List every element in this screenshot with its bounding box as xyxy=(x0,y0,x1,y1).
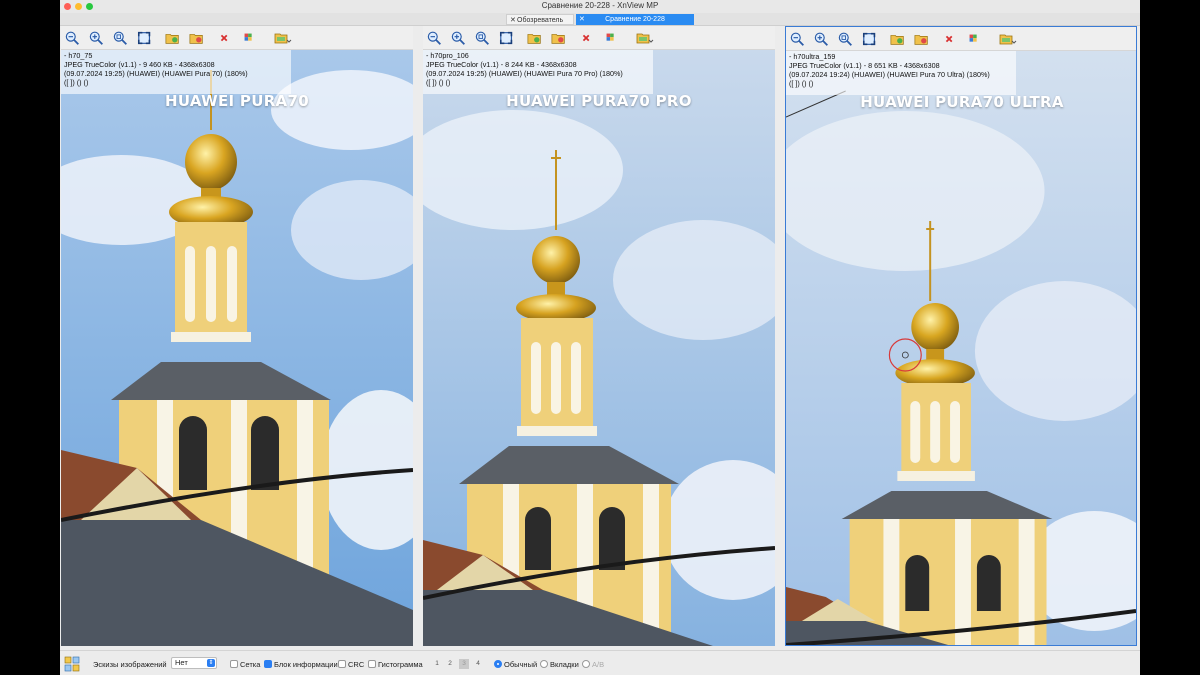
compare-pane-2[interactable]: - h70pro_106 JPEG TrueColor (v1.1) - 8 2… xyxy=(423,26,775,646)
zoom-in-icon[interactable] xyxy=(451,30,467,46)
page-button-3[interactable]: 3 xyxy=(459,659,469,669)
tab-compare-label: Сравнение 20-228 xyxy=(605,16,665,23)
radio-icon xyxy=(540,660,548,668)
xnview-window: Сравнение 20-228 - XnView MP ✕ Обозреват… xyxy=(60,0,1140,675)
mode-ab-radio[interactable]: A/B xyxy=(582,660,604,669)
thumbnails-label: Эскизы изображений xyxy=(93,660,167,669)
info-tags: ([ ]) () () xyxy=(789,79,814,88)
pane-toolbar xyxy=(786,27,1136,51)
photo-church-pura70-ultra[interactable] xyxy=(786,51,1136,646)
tab-browser-label: Обозреватель xyxy=(517,17,564,24)
info-tags: ([ ]) () () xyxy=(64,78,89,87)
pane-toolbar xyxy=(61,26,413,50)
fullscreen-icon[interactable] xyxy=(862,31,878,47)
info-format: JPEG TrueColor (v1.1) - 8 651 KB - 4368x… xyxy=(789,61,940,70)
page-button-2[interactable]: 2 xyxy=(445,659,455,669)
photo-church-pura70-pro[interactable] xyxy=(423,50,775,646)
close-red-icon[interactable] xyxy=(942,31,958,47)
info-filename: - h70_75 xyxy=(64,51,93,60)
info-format: JPEG TrueColor (v1.1) - 8 244 KB - 4368x… xyxy=(426,60,577,69)
thumbnails-select[interactable]: Нет ⇕ xyxy=(171,657,217,669)
photo-church-pura70[interactable] xyxy=(61,50,413,646)
zoom-in-icon[interactable] xyxy=(89,30,105,46)
zoom-out-icon[interactable] xyxy=(790,31,806,47)
radio-icon xyxy=(582,660,590,668)
layout-toggle-icon[interactable] xyxy=(64,656,80,672)
open-image-icon[interactable] xyxy=(189,30,205,46)
grid-checkbox[interactable]: Сетка xyxy=(230,660,260,669)
grid-label: Сетка xyxy=(240,660,261,669)
info-exif: (09.07.2024 19:25) (HUAWEI) (HUAWEI Pura… xyxy=(64,69,248,78)
info-filename: - h70pro_106 xyxy=(426,51,469,60)
zoom-out-icon[interactable] xyxy=(427,30,443,46)
color-picker-icon[interactable] xyxy=(241,30,257,46)
open-folder-icon[interactable] xyxy=(165,30,181,46)
checkbox-icon xyxy=(230,660,238,668)
color-picker-icon[interactable] xyxy=(603,30,619,46)
device-caption: HUAWEI PURA70 xyxy=(165,92,309,110)
checkbox-icon xyxy=(368,660,376,668)
info-block-label: Блок информации xyxy=(274,660,338,669)
histogram-checkbox[interactable]: Гистограмма xyxy=(368,660,423,669)
image-info-overlay: - h70pro_106 JPEG TrueColor (v1.1) - 8 2… xyxy=(423,50,653,94)
info-format: JPEG TrueColor (v1.1) - 9 460 KB - 4368x… xyxy=(64,60,215,69)
open-folder-icon[interactable] xyxy=(527,30,543,46)
histogram-label: Гистограмма xyxy=(378,660,423,669)
device-caption: HUAWEI PURA70 ULTRA xyxy=(860,93,1064,111)
info-block-checkbox[interactable]: Блок информации xyxy=(264,660,338,669)
zoom-out-icon[interactable] xyxy=(65,30,81,46)
color-picker-icon[interactable] xyxy=(966,31,982,47)
tab-bar: ✕ Обозреватель ✕ Сравнение 20-228 xyxy=(60,13,1140,26)
window-title: Сравнение 20-228 - XnView MP xyxy=(541,1,659,10)
compare-pane-3[interactable]: - h70ultra_159 JPEG TrueColor (v1.1) - 8… xyxy=(785,26,1137,646)
fullscreen-icon[interactable] xyxy=(499,30,515,46)
close-red-icon[interactable] xyxy=(217,30,233,46)
zoom-in-icon[interactable] xyxy=(814,31,830,47)
status-bar: Эскизы изображений Нет ⇕ Сетка Блок инфо… xyxy=(60,650,1140,675)
compare-pane-1[interactable]: - h70_75 JPEG TrueColor (v1.1) - 9 460 K… xyxy=(61,26,413,646)
zoom-fit-icon[interactable] xyxy=(113,30,129,46)
checkbox-icon xyxy=(338,660,346,668)
folder-menu-icon[interactable] xyxy=(635,30,655,46)
mode-ab-label: A/B xyxy=(592,660,605,669)
tab-compare[interactable]: ✕ Сравнение 20-228 xyxy=(576,14,694,25)
tab-browser[interactable]: ✕ Обозреватель xyxy=(506,14,574,25)
zoom-fit-icon[interactable] xyxy=(475,30,491,46)
folder-menu-icon[interactable] xyxy=(273,30,293,46)
open-image-icon[interactable] xyxy=(551,30,567,46)
thumbnails-select-value: Нет xyxy=(175,658,188,667)
open-folder-icon[interactable] xyxy=(890,31,906,47)
crc-checkbox[interactable]: CRC xyxy=(338,660,364,669)
radio-selected-icon xyxy=(494,660,502,668)
folder-menu-icon[interactable] xyxy=(998,31,1018,47)
info-tags: ([ ]) () () xyxy=(426,78,451,87)
info-exif: (09.07.2024 19:25) (HUAWEI) (HUAWEI Pura… xyxy=(426,69,623,78)
mode-normal-label: Обычный xyxy=(504,660,538,669)
open-image-icon[interactable] xyxy=(914,31,930,47)
mode-normal-radio[interactable]: Обычный xyxy=(494,660,537,669)
title-bar: Сравнение 20-228 - XnView MP xyxy=(60,0,1140,13)
fullscreen-icon[interactable] xyxy=(137,30,153,46)
zoom-fit-icon[interactable] xyxy=(838,31,854,47)
checkbox-checked-icon xyxy=(264,660,272,668)
page-button-1[interactable]: 1 xyxy=(432,659,442,669)
image-info-overlay: - h70_75 JPEG TrueColor (v1.1) - 9 460 K… xyxy=(61,50,291,94)
page-button-4[interactable]: 4 xyxy=(473,659,483,669)
device-caption: HUAWEI PURA70 PRO xyxy=(506,92,692,110)
close-tab-icon[interactable]: ✕ xyxy=(510,15,516,26)
image-info-overlay: - h70ultra_159 JPEG TrueColor (v1.1) - 8… xyxy=(786,51,1016,95)
close-tab-icon[interactable]: ✕ xyxy=(579,14,585,25)
pane-toolbar xyxy=(423,26,775,50)
close-red-icon[interactable] xyxy=(579,30,595,46)
info-filename: - h70ultra_159 xyxy=(789,52,836,61)
mode-tabs-label: Вкладки xyxy=(550,660,579,669)
chevron-updown-icon: ⇕ xyxy=(207,659,215,667)
crc-label: CRC xyxy=(348,660,365,669)
info-exif: (09.07.2024 19:24) (HUAWEI) (HUAWEI Pura… xyxy=(789,70,990,79)
mode-tabs-radio[interactable]: Вкладки xyxy=(540,660,579,669)
